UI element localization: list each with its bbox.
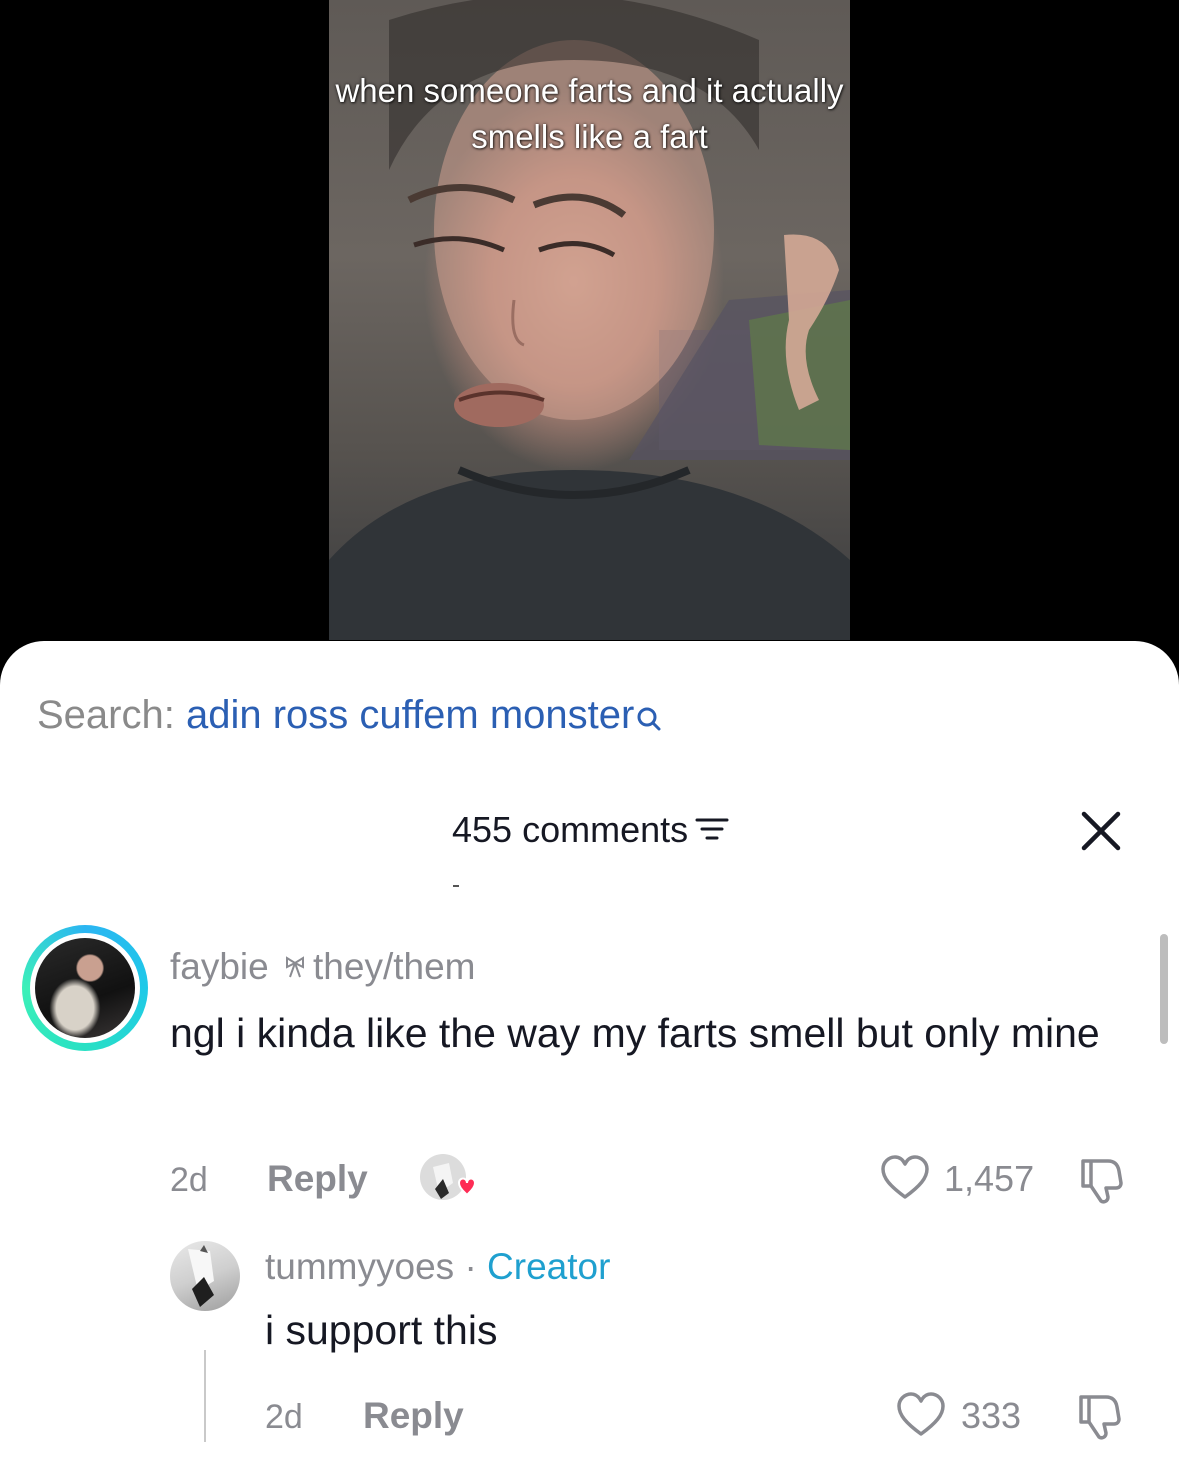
reply-avatar[interactable]: [170, 1241, 240, 1311]
bow-icon: [283, 944, 307, 990]
pronoun-suffix: they/them: [313, 946, 476, 987]
heart-icon[interactable]: [880, 1155, 930, 1206]
search-suggestion[interactable]: Search: adin ross cuffem monster: [37, 690, 662, 744]
close-button[interactable]: [1076, 806, 1126, 856]
divider: [453, 885, 459, 887]
thumbs-down-icon[interactable]: [1076, 1391, 1128, 1446]
username-text[interactable]: faybie: [170, 946, 269, 987]
video-caption: when someone farts and it actually smell…: [335, 72, 844, 155]
filter-icon[interactable]: [694, 810, 730, 854]
reply-like-count: 333: [961, 1395, 1022, 1436]
reply-username-row[interactable]: tummyyoes · Creator: [265, 1244, 610, 1290]
creator-liked-badge: [419, 1153, 477, 1203]
thread-line: [204, 1350, 206, 1442]
reply-button[interactable]: Reply: [267, 1157, 368, 1201]
like-count: 1,457: [944, 1158, 1035, 1199]
close-icon[interactable]: [1076, 806, 1126, 856]
search-prefix: Search:: [37, 693, 175, 737]
heart-icon[interactable]: [896, 1392, 946, 1443]
comment-text: ngl i kinda like the way my farts smell …: [170, 1010, 1100, 1056]
avatar-story-ring[interactable]: [22, 925, 148, 1051]
comments-header[interactable]: 455 comments: [452, 808, 730, 854]
search-icon[interactable]: [636, 694, 662, 744]
comment-time: 2d: [170, 1161, 208, 1199]
reply-reply-button[interactable]: Reply: [363, 1394, 464, 1438]
video-area: when someone farts and it actually smell…: [0, 0, 1179, 660]
separator: ·: [464, 1246, 477, 1287]
scrollbar[interactable]: [1160, 934, 1168, 1044]
thumbs-down-icon[interactable]: [1078, 1155, 1130, 1210]
reply-text: i support this: [265, 1307, 498, 1353]
comment-username[interactable]: faybie they/them: [170, 944, 476, 990]
search-term[interactable]: adin ross cuffem monster: [186, 693, 634, 737]
reply-username[interactable]: tummyyoes: [265, 1246, 454, 1287]
reply-time: 2d: [265, 1398, 303, 1436]
creator-badge: Creator: [487, 1246, 611, 1287]
avatar[interactable]: [35, 938, 135, 1038]
video-player[interactable]: when someone farts and it actually smell…: [329, 0, 850, 640]
comments-count: 455 comments: [452, 809, 689, 850]
